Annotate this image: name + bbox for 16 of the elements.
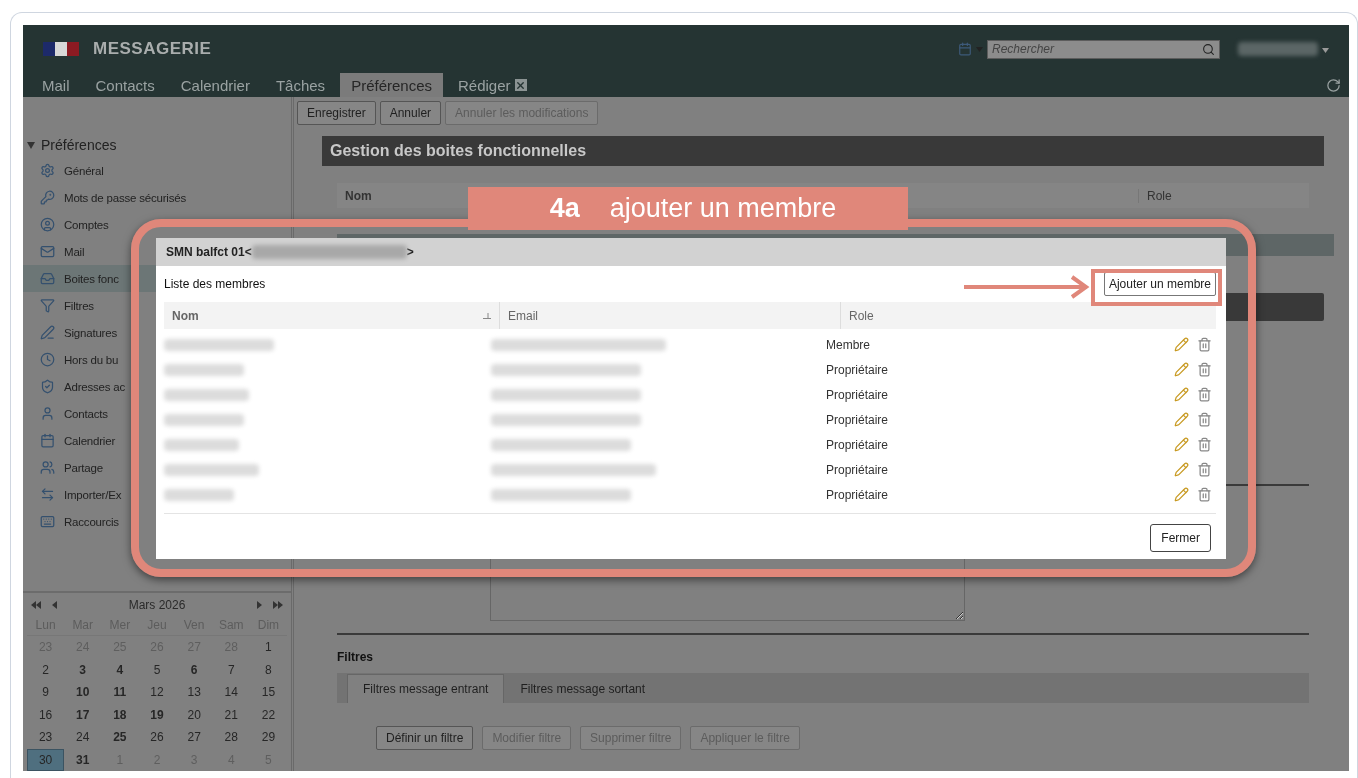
annotation-text: ajouter un membre (609, 193, 837, 224)
dialog-title-end: > (406, 245, 414, 259)
step-number: 4a (549, 193, 580, 224)
filters-title: Filtres (337, 650, 374, 664)
role-text: Propriétaire (826, 487, 889, 502)
list-title: Liste des membres (164, 277, 266, 291)
dialog-title: SMN balfct 01< (166, 245, 252, 259)
role-text: Propriétaire (826, 437, 889, 452)
section-header: Gestion des boites fonctionnelles (322, 136, 1324, 166)
app-title: MESSAGERIE (93, 39, 212, 59)
role-text: Propriétaire (826, 387, 889, 402)
role-text: Membre (826, 337, 870, 352)
calendar-month: Mars 2026 (127, 598, 187, 612)
role-text: Propriétaire (826, 412, 889, 427)
role-text: Propriétaire (826, 362, 889, 377)
role-text: Propriétaire (826, 462, 889, 477)
